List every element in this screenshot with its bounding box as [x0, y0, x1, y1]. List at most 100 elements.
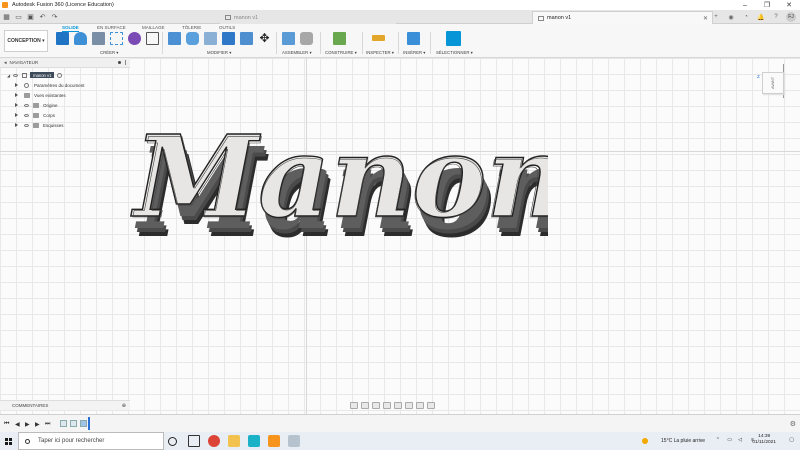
user-avatar[interactable]: FJ	[786, 12, 796, 22]
tab-tools[interactable]: OUTILS	[219, 25, 235, 30]
move-icon[interactable]: ✥	[258, 32, 271, 45]
file-explorer-icon[interactable]	[228, 435, 240, 447]
orbit-icon[interactable]	[350, 402, 358, 409]
offset-plane-icon[interactable]	[333, 32, 346, 45]
step-forward-icon[interactable]: ▶	[35, 421, 40, 428]
expand-arrow-icon[interactable]	[15, 93, 18, 97]
cortana-icon[interactable]	[168, 437, 177, 446]
select-icon[interactable]	[446, 31, 461, 46]
tab-sheet-metal[interactable]: TÔLERIE	[182, 25, 201, 30]
tab-mesh[interactable]: MAILLAGE	[142, 25, 165, 30]
tab-solid[interactable]: SOLIDE	[62, 25, 79, 32]
activate-radio-icon[interactable]	[57, 72, 63, 78]
fillet-icon[interactable]	[186, 32, 199, 45]
new-joint-icon[interactable]	[282, 32, 295, 45]
apps-grid-icon[interactable]: ▦	[2, 12, 11, 21]
comments-panel[interactable]: COMMENTAIRES ⊕	[0, 400, 130, 410]
insert-image-icon[interactable]	[407, 32, 420, 45]
notifications-icon[interactable]: 🔔	[756, 12, 766, 22]
go-to-start-icon[interactable]: ⏮	[4, 421, 9, 428]
play-icon[interactable]: ▶	[25, 421, 30, 428]
tab-surface[interactable]: EN SURFACE	[97, 25, 126, 30]
expand-arrow-icon[interactable]	[15, 123, 18, 127]
pan-icon[interactable]	[372, 402, 380, 409]
browser-root[interactable]: ◢ manon v1	[7, 71, 63, 79]
group-select[interactable]: SÉLECTIONNER ▾	[436, 50, 473, 56]
shell-icon[interactable]	[222, 32, 235, 45]
job-status-icon[interactable]: ◔	[741, 12, 751, 22]
save-icon[interactable]: ▣	[26, 12, 35, 21]
maximize-icon[interactable]: ❐	[756, 0, 778, 10]
taskbar-search[interactable]: Taper ici pour rechercher	[18, 432, 164, 450]
visibility-eye-icon[interactable]	[24, 123, 29, 127]
view-cube[interactable]: AVANT	[762, 72, 784, 94]
new-tab-icon[interactable]: +	[711, 12, 721, 22]
close-icon[interactable]: ✕	[778, 0, 800, 10]
tray-overflow-icon[interactable]: ⌃	[716, 437, 720, 443]
expand-arrow-icon[interactable]	[15, 113, 18, 117]
fit-icon[interactable]	[394, 402, 402, 409]
taskbar-clock[interactable]: 14:39 01/11/2021	[752, 434, 776, 446]
chrome-icon[interactable]	[208, 435, 220, 447]
task-view-icon[interactable]	[188, 435, 200, 447]
document-tab-inactive[interactable]: manon v1	[220, 11, 396, 24]
browser-item-bodies[interactable]: Corps	[15, 111, 55, 119]
group-modify[interactable]: MODIFIER ▾	[207, 50, 231, 56]
press-pull-icon[interactable]	[168, 32, 181, 45]
file-icon[interactable]: ▭	[14, 12, 23, 21]
timeline-sketch-feature[interactable]	[60, 420, 67, 427]
redo-icon[interactable]: ↷	[50, 12, 59, 21]
combine-icon[interactable]	[240, 32, 253, 45]
expand-arrow-icon[interactable]	[15, 83, 18, 87]
create-sketch-icon[interactable]	[146, 32, 159, 45]
app-icon-2[interactable]	[288, 435, 300, 447]
document-tab-active[interactable]: manon v1 ✕	[532, 11, 713, 24]
viewports-icon[interactable]	[427, 402, 435, 409]
group-assemble[interactable]: ASSEMBLER ▾	[282, 50, 312, 56]
chamfer-icon[interactable]	[204, 32, 217, 45]
go-to-end-icon[interactable]: ⏭	[45, 421, 50, 428]
timeline-marker[interactable]	[88, 417, 90, 430]
display-settings-icon[interactable]	[405, 402, 413, 409]
notifications-center-icon[interactable]: ▢	[789, 437, 794, 443]
app-icon[interactable]	[248, 435, 260, 447]
browser-item-sketches[interactable]: Esquisses	[15, 121, 64, 129]
visibility-eye-icon[interactable]	[24, 113, 29, 117]
help-icon[interactable]: ?	[771, 12, 781, 22]
timeline-extrude-feature[interactable]	[80, 420, 87, 427]
group-construct[interactable]: CONSTRUIRE ▾	[325, 50, 357, 56]
timeline-settings-icon[interactable]: ⚙	[790, 420, 796, 428]
extruded-name-model[interactable]: Manon Manon Manon Manon Manon	[128, 112, 548, 272]
minimize-icon[interactable]: –	[734, 0, 756, 10]
browser-item-document-settings[interactable]: Paramètres du document	[15, 81, 85, 89]
browser-item-named-views[interactable]: Vues existantes	[15, 91, 66, 99]
browser-item-origin[interactable]: Origine	[15, 101, 58, 109]
zoom-icon[interactable]	[383, 402, 391, 409]
fusion-taskbar-icon[interactable]	[268, 435, 280, 447]
measure-icon[interactable]	[372, 35, 385, 41]
revolve-icon[interactable]	[92, 32, 105, 45]
expand-arrow-icon[interactable]	[15, 103, 18, 107]
volume-icon[interactable]: ◁	[738, 437, 742, 443]
pin-icon[interactable]	[118, 61, 121, 64]
form-icon[interactable]	[128, 32, 141, 45]
joint-icon[interactable]	[300, 32, 313, 45]
extensions-icon[interactable]: ◉	[726, 12, 736, 22]
browser-header[interactable]: ◂ NAVIGATEUR	[0, 58, 130, 68]
grid-settings-icon[interactable]	[416, 402, 424, 409]
visibility-eye-icon[interactable]	[13, 73, 19, 77]
sweep-icon[interactable]	[110, 32, 123, 45]
new-component-icon[interactable]	[56, 32, 69, 45]
start-button[interactable]	[0, 432, 16, 450]
close-tab-icon[interactable]: ✕	[703, 15, 708, 22]
workspace-switcher[interactable]: CONCEPTION ▾	[4, 30, 48, 52]
step-back-icon[interactable]: ◀	[15, 421, 20, 428]
collapse-icon[interactable]	[125, 60, 126, 65]
undo-icon[interactable]: ↶	[38, 12, 47, 21]
group-inspect[interactable]: INSPECTER ▾	[366, 50, 394, 56]
weather-icon[interactable]	[642, 438, 648, 444]
weather-text[interactable]: 15°C La pluie arrive	[661, 438, 705, 444]
add-comment-icon[interactable]: ⊕	[122, 403, 126, 409]
network-icon[interactable]: ▭	[727, 437, 732, 443]
timeline-text-feature[interactable]	[70, 420, 77, 427]
